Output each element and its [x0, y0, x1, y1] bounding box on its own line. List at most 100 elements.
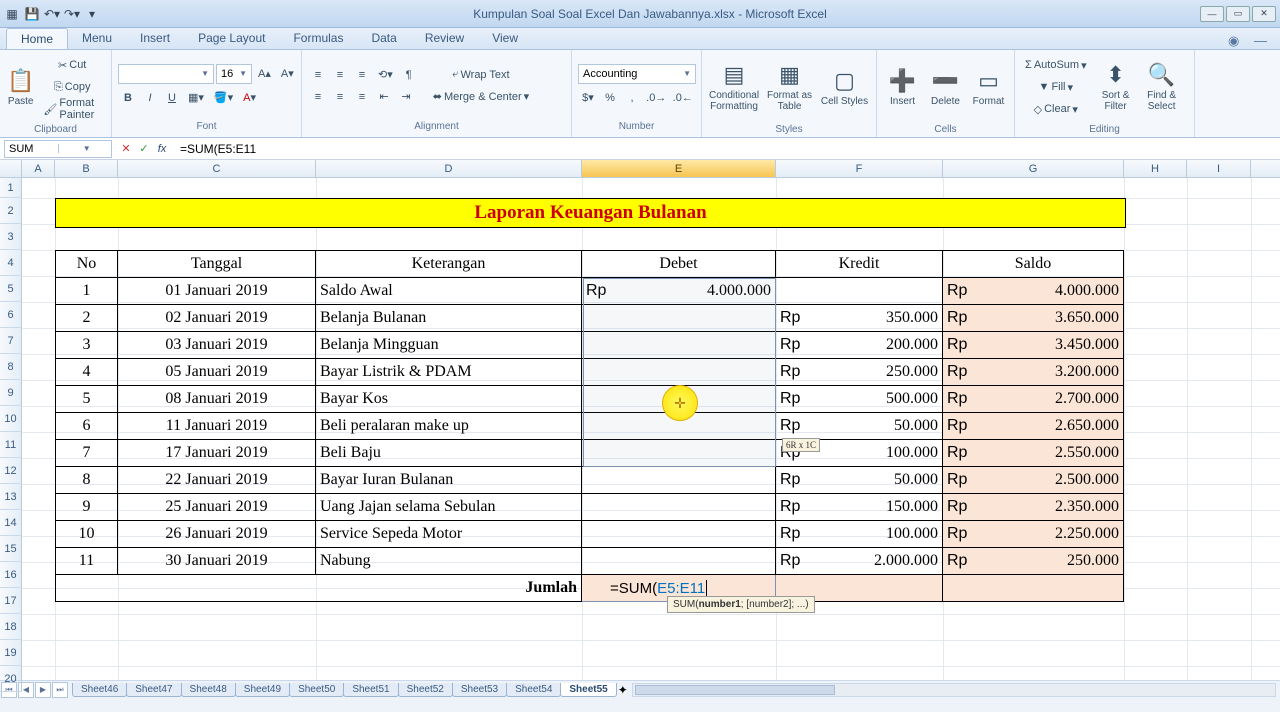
cell[interactable]: Rp2.350.000: [943, 494, 1124, 521]
cell[interactable]: Rp50.000: [776, 467, 943, 494]
cell[interactable]: Beli peralaran make up: [316, 413, 582, 440]
comma-button[interactable]: ,: [622, 88, 642, 108]
row-header-8[interactable]: 8: [0, 354, 22, 380]
cell[interactable]: 4: [56, 359, 118, 386]
minimize-button[interactable]: —: [1200, 6, 1224, 22]
sheet-tab-sheet54[interactable]: Sheet54: [506, 683, 561, 697]
accept-formula-icon[interactable]: ✓: [136, 141, 152, 157]
maximize-button[interactable]: ▭: [1226, 6, 1250, 22]
cell[interactable]: Rp3.200.000: [943, 359, 1124, 386]
increase-decimal-button[interactable]: .0→: [644, 88, 669, 108]
align-middle-button[interactable]: ≡: [330, 65, 350, 85]
cell[interactable]: 11 Januari 2019: [118, 413, 316, 440]
cell[interactable]: 5: [56, 386, 118, 413]
sheet-tab-sheet46[interactable]: Sheet46: [72, 683, 127, 697]
format-cells-button[interactable]: ▭Format: [969, 54, 1008, 120]
conditional-formatting-button[interactable]: ▤Conditional Formatting: [708, 54, 760, 120]
autosum-button[interactable]: Σ AutoSum ▾: [1021, 55, 1091, 75]
row-header-3[interactable]: 3: [0, 224, 22, 250]
sheet-tab-sheet50[interactable]: Sheet50: [289, 683, 344, 697]
cell[interactable]: [582, 494, 776, 521]
cell[interactable]: Rp500.000: [776, 386, 943, 413]
table-row[interactable]: 1026 Januari 2019Service Sepeda MotorRp1…: [56, 521, 1124, 548]
row-header-6[interactable]: 6: [0, 302, 22, 328]
scroll-thumb[interactable]: [635, 685, 835, 695]
merge-center-button[interactable]: ⬌ Merge & Center ▾: [429, 87, 533, 107]
cell[interactable]: [582, 413, 776, 440]
shrink-font-button[interactable]: A▾: [277, 64, 298, 84]
worksheet-area[interactable]: 1234567891011121314151617181920 Laporan …: [0, 178, 1280, 680]
cell[interactable]: [582, 548, 776, 575]
wrap-text-button[interactable]: ⤶ Wrap Text: [429, 65, 533, 85]
table-row[interactable]: 101 Januari 2019Saldo AwalRp4.000.000Rp4…: [56, 278, 1124, 305]
horizontal-scrollbar[interactable]: [632, 683, 1276, 697]
cell[interactable]: 08 Januari 2019: [118, 386, 316, 413]
table-row[interactable]: 611 Januari 2019Beli peralaran make upRp…: [56, 413, 1124, 440]
cell[interactable]: Rp4.000.000: [943, 278, 1124, 305]
save-icon[interactable]: 💾: [24, 6, 40, 22]
insert-cells-button[interactable]: ➕Insert: [883, 54, 922, 120]
delete-cells-button[interactable]: ➖Delete: [926, 54, 965, 120]
copy-button[interactable]: ⎘ Copy: [39, 77, 105, 97]
row-header-1[interactable]: 1: [0, 178, 22, 198]
font-name-select[interactable]: ▼: [118, 64, 214, 84]
sheet-tab-sheet51[interactable]: Sheet51: [343, 683, 398, 697]
table-row[interactable]: 303 Januari 2019Belanja MingguanRp200.00…: [56, 332, 1124, 359]
cell[interactable]: 26 Januari 2019: [118, 521, 316, 548]
cell[interactable]: Rp2.000.000: [776, 548, 943, 575]
cell-styles-button[interactable]: ▢Cell Styles: [819, 54, 870, 120]
row-header-4[interactable]: 4: [0, 250, 22, 276]
redo-icon[interactable]: ↷▾: [64, 6, 80, 22]
data-table[interactable]: NoTanggalKeteranganDebetKreditSaldo101 J…: [55, 250, 1124, 602]
cell[interactable]: 1: [56, 278, 118, 305]
cell[interactable]: Bayar Kos: [316, 386, 582, 413]
column-header-B[interactable]: B: [55, 160, 118, 177]
paste-button[interactable]: 📋Paste: [6, 54, 35, 120]
ribbon-tab-view[interactable]: View: [478, 28, 532, 49]
row-header-16[interactable]: 16: [0, 562, 22, 588]
cell[interactable]: 8: [56, 467, 118, 494]
find-select-button[interactable]: 🔍Find & Select: [1141, 54, 1183, 120]
font-color-button[interactable]: A▾: [239, 88, 260, 108]
select-all-corner[interactable]: [0, 160, 22, 177]
row-header-9[interactable]: 9: [0, 380, 22, 406]
header-keterangan[interactable]: Keterangan: [316, 251, 582, 278]
format-painter-button[interactable]: 🖌 Format Painter: [39, 99, 105, 119]
cancel-formula-icon[interactable]: ✕: [118, 141, 134, 157]
fill-color-button[interactable]: 🪣▾: [210, 88, 237, 108]
column-header-A[interactable]: A: [22, 160, 55, 177]
cell[interactable]: [582, 305, 776, 332]
cell[interactable]: Rp2.250.000: [943, 521, 1124, 548]
ribbon-tab-page-layout[interactable]: Page Layout: [184, 28, 279, 49]
align-bottom-button[interactable]: ≡: [352, 65, 372, 85]
row-header-13[interactable]: 13: [0, 484, 22, 510]
cell[interactable]: Belanja Mingguan: [316, 332, 582, 359]
cell[interactable]: Nabung: [316, 548, 582, 575]
table-row[interactable]: 508 Januari 2019Bayar Kos Rp500.000Rp2.70…: [56, 386, 1124, 413]
column-header-H[interactable]: H: [1124, 160, 1187, 177]
cell[interactable]: 3: [56, 332, 118, 359]
clear-button[interactable]: ◇ Clear ▾: [1021, 99, 1091, 119]
cell[interactable]: 10: [56, 521, 118, 548]
header-kredit[interactable]: Kredit: [776, 251, 943, 278]
grow-font-button[interactable]: A▴: [254, 64, 275, 84]
table-row[interactable]: 925 Januari 2019Uang Jajan selama Sebula…: [56, 494, 1124, 521]
ribbon-tab-home[interactable]: Home: [6, 28, 68, 49]
header-no[interactable]: No: [56, 251, 118, 278]
cell[interactable]: 9: [56, 494, 118, 521]
align-top-button[interactable]: ≡: [308, 65, 328, 85]
tab-nav-last[interactable]: ⏭: [52, 682, 68, 698]
cell[interactable]: [582, 440, 776, 467]
cell[interactable]: 22 Januari 2019: [118, 467, 316, 494]
cell[interactable]: 17 Januari 2019: [118, 440, 316, 467]
ribbon-tab-insert[interactable]: Insert: [126, 28, 184, 49]
cell[interactable]: Rp100.000: [776, 521, 943, 548]
number-format-select[interactable]: Accounting▼: [578, 64, 696, 84]
cell[interactable]: 05 Januari 2019: [118, 359, 316, 386]
row-header-7[interactable]: 7: [0, 328, 22, 354]
formula-input[interactable]: =SUM(E5:E11: [176, 142, 1280, 156]
ribbon-minimize-icon[interactable]: —: [1254, 33, 1270, 49]
tab-nav-next[interactable]: ▶: [35, 682, 51, 698]
cell[interactable]: Rp4.000.000: [582, 278, 776, 305]
cell[interactable]: Rp2.700.000: [943, 386, 1124, 413]
